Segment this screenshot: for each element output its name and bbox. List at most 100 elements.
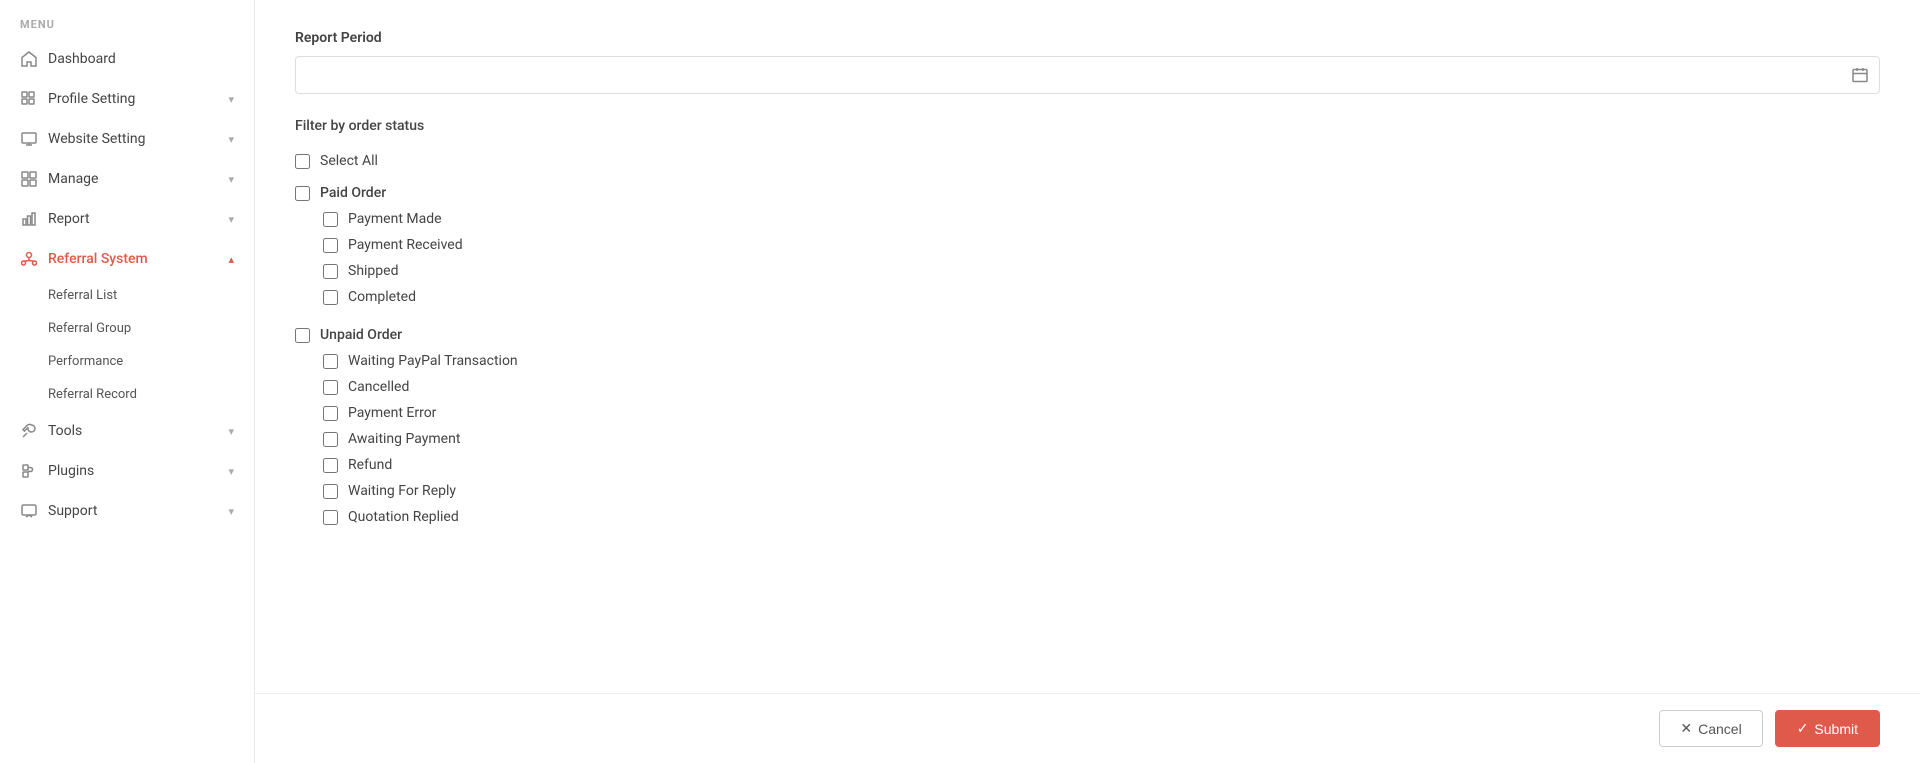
unpaid-order-checkbox[interactable]: [295, 328, 310, 343]
awaiting-payment-label[interactable]: Awaiting Payment: [348, 431, 460, 447]
refund-label[interactable]: Refund: [348, 457, 392, 473]
payment-received-checkbox-item[interactable]: Payment Received: [323, 232, 1880, 258]
unpaid-order-checkbox-item[interactable]: Unpaid Order: [295, 322, 1880, 348]
sidebar-item-label: Profile Setting: [48, 91, 218, 107]
quotation-replied-checkbox-item[interactable]: Quotation Replied: [323, 504, 1880, 530]
cancelled-checkbox-item[interactable]: Cancelled: [323, 374, 1880, 400]
report-period-label: Report Period: [295, 30, 1880, 46]
sidebar-item-plugins[interactable]: Plugins ▾: [0, 451, 254, 491]
waiting-for-reply-label[interactable]: Waiting For Reply: [348, 483, 456, 499]
select-all-checkbox[interactable]: [295, 154, 310, 169]
unpaid-order-subitems: Waiting PayPal Transaction Cancelled Pay…: [295, 348, 1880, 530]
awaiting-payment-checkbox-item[interactable]: Awaiting Payment: [323, 426, 1880, 452]
sidebar-item-support[interactable]: Support ▾: [0, 491, 254, 531]
tools-icon: [20, 422, 38, 440]
sidebar: MENU Dashboard Profile Setting ▾: [0, 0, 255, 763]
sidebar-item-label: Manage: [48, 171, 218, 187]
date-input[interactable]: [295, 56, 1880, 94]
paid-order-label[interactable]: Paid Order: [320, 185, 386, 201]
select-all-label[interactable]: Select All: [320, 153, 378, 169]
paid-order-group: Paid Order Payment Made Payment Received…: [295, 180, 1880, 310]
profile-icon: [20, 90, 38, 108]
menu-label: MENU: [0, 0, 254, 39]
sidebar-item-profile-setting[interactable]: Profile Setting ▾: [0, 79, 254, 119]
quotation-replied-checkbox[interactable]: [323, 510, 338, 525]
submit-label: Submit: [1814, 721, 1858, 737]
sidebar-subitem-performance[interactable]: Performance: [0, 345, 254, 378]
unpaid-order-group: Unpaid Order Waiting PayPal Transaction …: [295, 322, 1880, 530]
unpaid-order-label[interactable]: Unpaid Order: [320, 327, 402, 343]
cancelled-checkbox[interactable]: [323, 380, 338, 395]
subitem-label: Referral List: [48, 288, 117, 303]
refund-checkbox[interactable]: [323, 458, 338, 473]
paid-order-checkbox[interactable]: [295, 186, 310, 201]
paid-order-checkbox-item[interactable]: Paid Order: [295, 180, 1880, 206]
chevron-up-icon: ▴: [228, 253, 234, 266]
sidebar-item-report[interactable]: Report ▾: [0, 199, 254, 239]
refund-checkbox-item[interactable]: Refund: [323, 452, 1880, 478]
chevron-down-icon: ▾: [228, 133, 234, 146]
sidebar-item-referral-system[interactable]: Referral System ▴: [0, 239, 254, 279]
payment-received-checkbox[interactable]: [323, 238, 338, 253]
quotation-replied-label[interactable]: Quotation Replied: [348, 509, 459, 525]
sidebar-item-website-setting[interactable]: Website Setting ▾: [0, 119, 254, 159]
sidebar-item-label: Support: [48, 503, 218, 519]
awaiting-payment-checkbox[interactable]: [323, 432, 338, 447]
select-all-checkbox-item[interactable]: Select All: [295, 148, 1880, 174]
sidebar-item-label: Dashboard: [48, 51, 234, 67]
sidebar-item-label: Plugins: [48, 463, 218, 479]
plugin-icon: [20, 462, 38, 480]
payment-made-checkbox[interactable]: [323, 212, 338, 227]
payment-error-checkbox-item[interactable]: Payment Error: [323, 400, 1880, 426]
shipped-checkbox-item[interactable]: Shipped: [323, 258, 1880, 284]
submit-button[interactable]: ✓ Submit: [1775, 710, 1880, 747]
shipped-checkbox[interactable]: [323, 264, 338, 279]
subitem-label: Referral Group: [48, 321, 131, 336]
subitem-label: Referral Record: [48, 387, 137, 402]
chevron-down-icon: ▾: [228, 505, 234, 518]
chart-icon: [20, 210, 38, 228]
waiting-paypal-label[interactable]: Waiting PayPal Transaction: [348, 353, 518, 369]
payment-error-label[interactable]: Payment Error: [348, 405, 436, 421]
sidebar-subitem-referral-record[interactable]: Referral Record: [0, 378, 254, 411]
sidebar-item-manage[interactable]: Manage ▾: [0, 159, 254, 199]
waiting-for-reply-checkbox-item[interactable]: Waiting For Reply: [323, 478, 1880, 504]
completed-checkbox-item[interactable]: Completed: [323, 284, 1880, 310]
payment-made-label[interactable]: Payment Made: [348, 211, 442, 227]
grid-icon: [20, 170, 38, 188]
payment-error-checkbox[interactable]: [323, 406, 338, 421]
subitem-label: Performance: [48, 354, 123, 369]
footer-bar: ✕ Cancel ✓ Submit: [255, 693, 1920, 763]
payment-received-label[interactable]: Payment Received: [348, 237, 463, 253]
chevron-down-icon: ▾: [228, 425, 234, 438]
waiting-paypal-checkbox[interactable]: [323, 354, 338, 369]
sidebar-subitem-referral-list[interactable]: Referral List: [0, 279, 254, 312]
monitor-icon: [20, 130, 38, 148]
chevron-down-icon: ▾: [228, 213, 234, 226]
cancel-button[interactable]: ✕ Cancel: [1659, 710, 1762, 747]
payment-made-checkbox-item[interactable]: Payment Made: [323, 206, 1880, 232]
sidebar-subitem-referral-group[interactable]: Referral Group: [0, 312, 254, 345]
chevron-down-icon: ▾: [228, 465, 234, 478]
cancel-label: Cancel: [1698, 721, 1742, 737]
home-icon: [20, 50, 38, 68]
chevron-down-icon: ▾: [228, 93, 234, 106]
waiting-paypal-checkbox-item[interactable]: Waiting PayPal Transaction: [323, 348, 1880, 374]
sidebar-item-dashboard[interactable]: Dashboard: [0, 39, 254, 79]
referral-icon: [20, 250, 38, 268]
check-icon: ✓: [1797, 720, 1809, 737]
filter-label: Filter by order status: [295, 118, 1880, 134]
sidebar-item-label: Tools: [48, 423, 218, 439]
shipped-label[interactable]: Shipped: [348, 263, 398, 279]
sidebar-item-label: Referral System: [48, 251, 218, 267]
completed-checkbox[interactable]: [323, 290, 338, 305]
completed-label[interactable]: Completed: [348, 289, 416, 305]
paid-order-subitems: Payment Made Payment Received Shipped Co…: [295, 206, 1880, 310]
sidebar-item-tools[interactable]: Tools ▾: [0, 411, 254, 451]
support-icon: [20, 502, 38, 520]
cancelled-label[interactable]: Cancelled: [348, 379, 409, 395]
sidebar-item-label: Report: [48, 211, 218, 227]
waiting-for-reply-checkbox[interactable]: [323, 484, 338, 499]
main-content: Report Period Filter by order status Sel…: [255, 0, 1920, 763]
date-input-wrapper: [295, 56, 1880, 94]
